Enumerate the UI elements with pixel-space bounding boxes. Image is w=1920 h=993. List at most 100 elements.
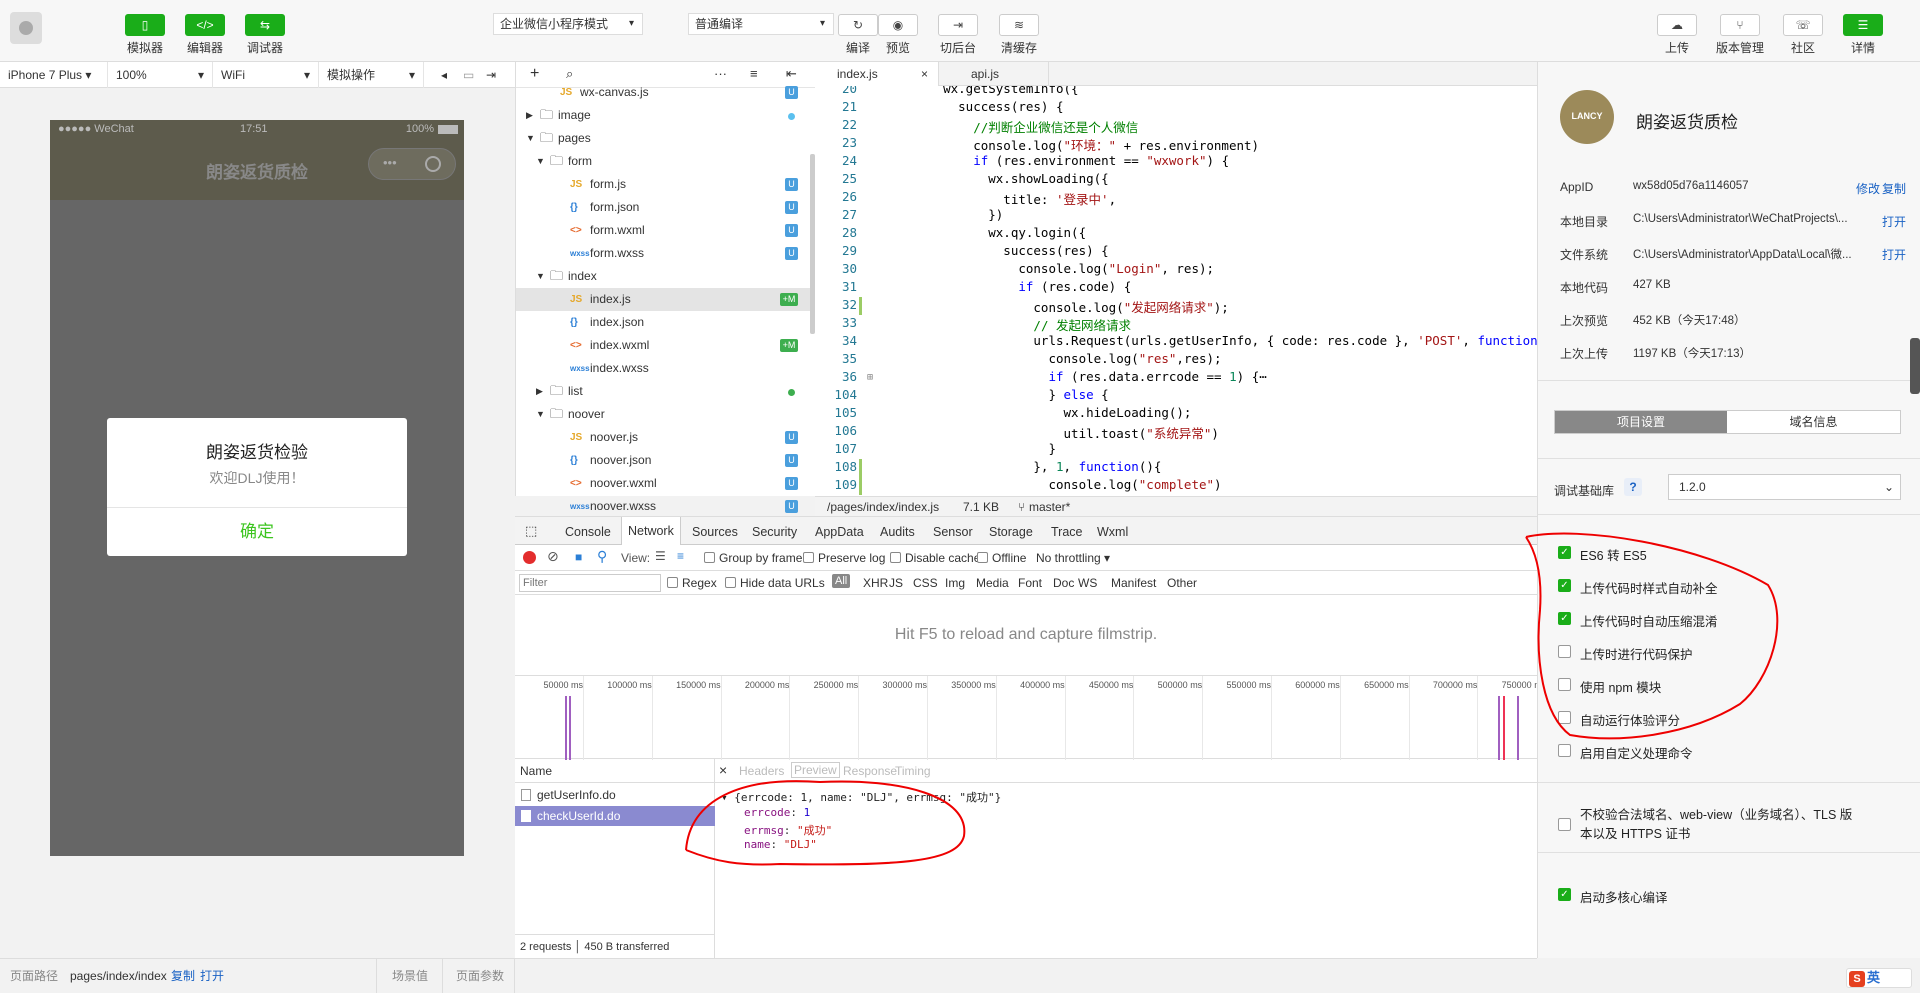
code-line[interactable]: //判断企业微信还是个人微信	[913, 117, 1138, 136]
copy-path-link[interactable]: 复制	[171, 959, 195, 993]
code-line[interactable]: success(res) {	[913, 243, 1108, 258]
operation-select[interactable]: 模拟操作 ▾	[319, 62, 424, 88]
folder-row[interactable]: ▼ 🗀 pages	[516, 127, 816, 150]
close-icon[interactable]: ×	[921, 62, 928, 86]
detail-tab-headers[interactable]: Headers	[739, 764, 784, 778]
tab-index-js[interactable]: index.js ×	[815, 62, 939, 86]
capsule-button[interactable]: •••	[368, 148, 456, 180]
domain-check-checkbox[interactable]	[1558, 818, 1571, 831]
file-row[interactable]: wxss form.wxss U	[516, 242, 816, 265]
record-icon[interactable]	[523, 551, 536, 564]
tab-api-js[interactable]: api.js	[939, 62, 1049, 86]
code-line[interactable]: urls.Request(urls.getUserInfo, { code: r…	[913, 333, 1537, 348]
offline-checkbox[interactable]: Offline	[977, 551, 1026, 565]
chevron-right-icon[interactable]: ▶	[526, 104, 533, 127]
code-line[interactable]: if (res.environment == "wxwork") {	[913, 153, 1229, 168]
folder-row[interactable]: ▶ 🗀 image	[516, 104, 816, 127]
code-line[interactable]: console.log("res",res);	[913, 351, 1221, 366]
filter-input[interactable]	[519, 574, 661, 592]
type-filter-media[interactable]: Media	[976, 576, 1009, 590]
name-column-header[interactable]: Name	[515, 759, 715, 783]
file-row[interactable]: JS wx-canvas.js U	[516, 81, 816, 104]
chevron-down-icon[interactable]: ▼	[526, 127, 535, 150]
code-line[interactable]: }	[913, 441, 1056, 456]
type-filter-all[interactable]: All	[832, 574, 851, 588]
background-button[interactable]: ⇥ 切后台	[933, 14, 983, 56]
page-params-button[interactable]: 页面参数	[456, 959, 504, 993]
search-icon[interactable]: ⌕	[566, 66, 573, 82]
more-icon[interactable]: ···	[714, 66, 727, 81]
request-row[interactable]: checkUserId.do	[515, 806, 715, 826]
detail-tab-response[interactable]: Response	[843, 764, 897, 778]
chevron-down-icon[interactable]: ▼	[536, 150, 545, 173]
code-line[interactable]: console.log("发起网络请求");	[913, 297, 1228, 316]
tab-sources[interactable]: Sources	[692, 525, 738, 539]
chevron-down-icon[interactable]: ▼	[536, 403, 545, 426]
code-editor[interactable]: 20 wx.getSystemInfo({21 success(res) {22…	[815, 86, 1537, 496]
type-filter-xhr[interactable]: XHR	[863, 576, 888, 590]
info-action-link[interactable]: 打开	[1882, 213, 1906, 230]
throttling-select[interactable]: No throttling ▾	[1036, 551, 1110, 565]
code-line[interactable]: success(res) {	[913, 99, 1063, 114]
details-button[interactable]: ☰ 详情	[1833, 14, 1893, 56]
sort-icon[interactable]: ≡	[750, 66, 758, 81]
tab-project-settings[interactable]: 项目设置	[1555, 411, 1727, 433]
type-filter-ws[interactable]: WS	[1078, 576, 1097, 590]
timeline-overview[interactable]: 50000 ms 100000 ms 150000 ms 200000 ms 25000…	[515, 675, 1548, 760]
file-row[interactable]: wxss noover.wxss U	[516, 495, 816, 518]
file-row[interactable]: {} noover.json U	[516, 449, 816, 472]
type-filter-font[interactable]: Font	[1018, 576, 1042, 590]
more-icon[interactable]: •••	[383, 155, 397, 170]
tab-wxml[interactable]: Wxml	[1097, 525, 1128, 539]
tab-trace[interactable]: Trace	[1051, 525, 1083, 539]
code-line[interactable]: console.log("Login", res);	[913, 261, 1214, 276]
volume-icon[interactable]: ◂	[433, 62, 453, 88]
option-checkbox[interactable]	[1558, 678, 1571, 691]
scene-button[interactable]: 场景值	[392, 959, 428, 993]
folder-row[interactable]: ▼ 🗀 form	[516, 150, 816, 173]
group-by-frame-checkbox[interactable]: Group by frame	[704, 551, 802, 565]
tab-console[interactable]: Console	[565, 525, 611, 539]
chevron-down-icon[interactable]: ▼	[536, 265, 545, 288]
option-checkbox[interactable]	[1558, 744, 1571, 757]
zoom-select[interactable]: 100% ▾	[108, 62, 213, 88]
mode-select[interactable]: 企业微信小程序模式	[493, 13, 643, 35]
code-line[interactable]: })	[913, 207, 1003, 222]
option-checkbox[interactable]: ✓	[1558, 612, 1571, 625]
chat-icon[interactable]: ▭	[455, 62, 475, 88]
file-row[interactable]: {} form.json U	[516, 196, 816, 219]
filter-icon[interactable]: ⚲	[597, 548, 607, 565]
file-row[interactable]: JS form.js U	[516, 173, 816, 196]
close-icon[interactable]: ×	[719, 762, 727, 778]
type-filter-manifest[interactable]: Manifest	[1111, 576, 1156, 590]
tab-storage[interactable]: Storage	[989, 525, 1033, 539]
side-handle[interactable]	[1910, 338, 1920, 394]
code-line[interactable]: wx.qy.login({	[913, 225, 1086, 240]
code-line[interactable]: console.log("complete")	[913, 477, 1221, 492]
community-button[interactable]: ☏ 社区	[1773, 14, 1833, 56]
hide-data-urls-checkbox[interactable]: Hide data URLs	[725, 576, 825, 590]
tab-appdata[interactable]: AppData	[815, 525, 864, 539]
file-row[interactable]: JS index.js +M	[516, 288, 816, 311]
preview-summary[interactable]: ▾ {errcode: 1, name: "DLJ", errmsg: "成功"…	[721, 789, 1001, 805]
code-line[interactable]: if (res.data.errcode == 1) {⋯	[913, 369, 1266, 384]
multicore-checkbox[interactable]: ✓	[1558, 888, 1571, 901]
option-checkbox[interactable]	[1558, 645, 1571, 658]
fold-icon[interactable]: ⊞	[867, 372, 873, 383]
preserve-log-checkbox[interactable]: Preserve log	[803, 551, 885, 565]
help-icon[interactable]: ?	[1624, 478, 1642, 496]
file-row[interactable]: <> index.wxml +M	[516, 334, 816, 357]
folder-row[interactable]: ▶ 🗀 list	[516, 380, 816, 403]
code-line[interactable]: // 发起网络请求	[913, 315, 1131, 334]
detail-tab-preview[interactable]: Preview	[791, 762, 840, 778]
close-circle-icon[interactable]	[425, 156, 441, 172]
file-row[interactable]: {} index.json	[516, 311, 816, 334]
option-checkbox[interactable]	[1558, 711, 1571, 724]
type-filter-img[interactable]: Img	[945, 576, 965, 590]
network-select[interactable]: WiFi ▾	[213, 62, 319, 88]
chevron-right-icon[interactable]: ▶	[536, 380, 543, 403]
folder-row[interactable]: ▼ 🗀 noover	[516, 403, 816, 426]
tab-security[interactable]: Security	[752, 525, 797, 539]
upload-button[interactable]: ☁ 上传	[1647, 14, 1707, 56]
file-row[interactable]: <> form.wxml U	[516, 219, 816, 242]
